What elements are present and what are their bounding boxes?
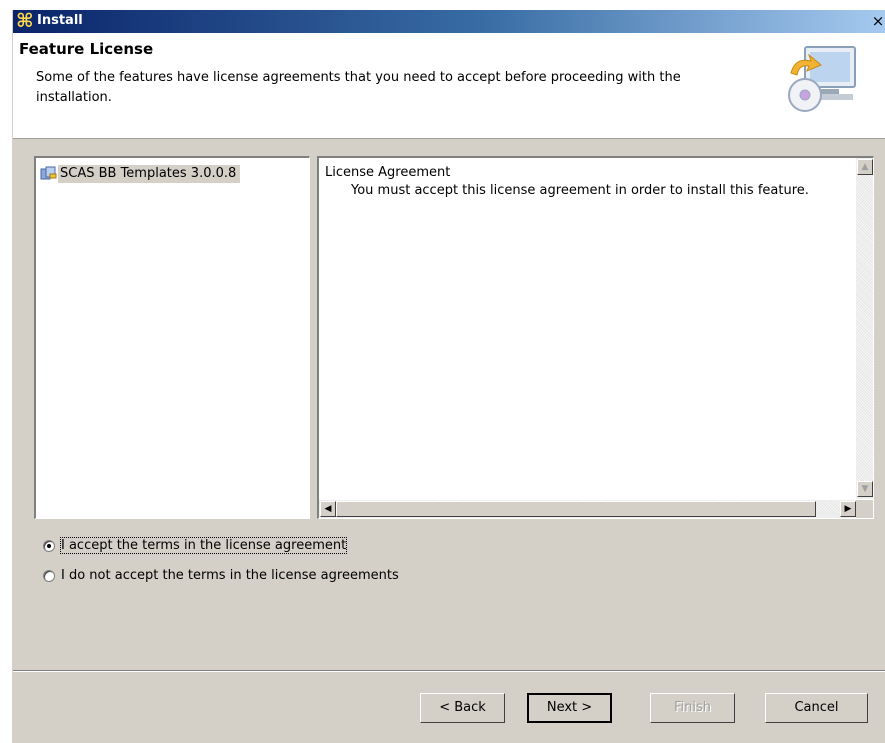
title-bar[interactable]: ⌘ Install × (13, 10, 885, 33)
accept-label[interactable]: I accept the terms in the license agreem… (59, 537, 348, 554)
install-computer-icon (788, 46, 856, 112)
horizontal-scroll-thumb[interactable] (336, 501, 816, 517)
license-text-area[interactable]: License Agreement You must accept this l… (317, 156, 874, 519)
scroll-down-icon[interactable]: ▼ (857, 481, 873, 497)
back-button[interactable]: < Back (420, 693, 505, 723)
eclipse-app-icon: ⌘ (16, 10, 34, 32)
vertical-scrollbar[interactable]: ▲ ▼ (856, 158, 873, 499)
scroll-right-icon[interactable]: ▶ (840, 501, 856, 517)
scroll-up-icon[interactable]: ▲ (857, 159, 873, 175)
list-item[interactable]: SCAS BB Templates 3.0.0.8 (40, 164, 241, 184)
accept-radio[interactable] (43, 539, 55, 552)
next-button[interactable]: Next > (527, 693, 612, 723)
decline-label[interactable]: I do not accept the terms in the license… (61, 568, 399, 583)
page-title: Feature License (19, 40, 154, 58)
feature-plugin-icon (40, 166, 57, 180)
accept-option[interactable]: I accept the terms in the license agreem… (43, 537, 348, 554)
finish-button[interactable]: Finish (650, 693, 735, 723)
decline-radio[interactable] (43, 569, 55, 582)
decline-option[interactable]: I do not accept the terms in the license… (43, 568, 399, 583)
wizard-banner: Feature License Some of the features hav… (13, 33, 885, 139)
license-heading: License Agreement (325, 165, 451, 180)
window-title: Install (37, 13, 83, 28)
feature-label: SCAS BB Templates 3.0.0.8 (58, 165, 241, 183)
install-dialog: ⌘ Install × Feature License Some of the … (12, 10, 885, 743)
scroll-corner (856, 500, 873, 518)
button-separator (13, 670, 885, 672)
horizontal-scrollbar[interactable]: ◀ ▶ (319, 500, 857, 518)
page-description: Some of the features have license agreem… (36, 70, 681, 105)
license-body: You must accept this license agreement i… (351, 183, 809, 198)
cancel-button[interactable]: Cancel (765, 693, 868, 723)
close-icon[interactable]: × (870, 13, 885, 29)
feature-list[interactable]: SCAS BB Templates 3.0.0.8 (34, 156, 310, 519)
scroll-left-icon[interactable]: ◀ (320, 501, 336, 517)
